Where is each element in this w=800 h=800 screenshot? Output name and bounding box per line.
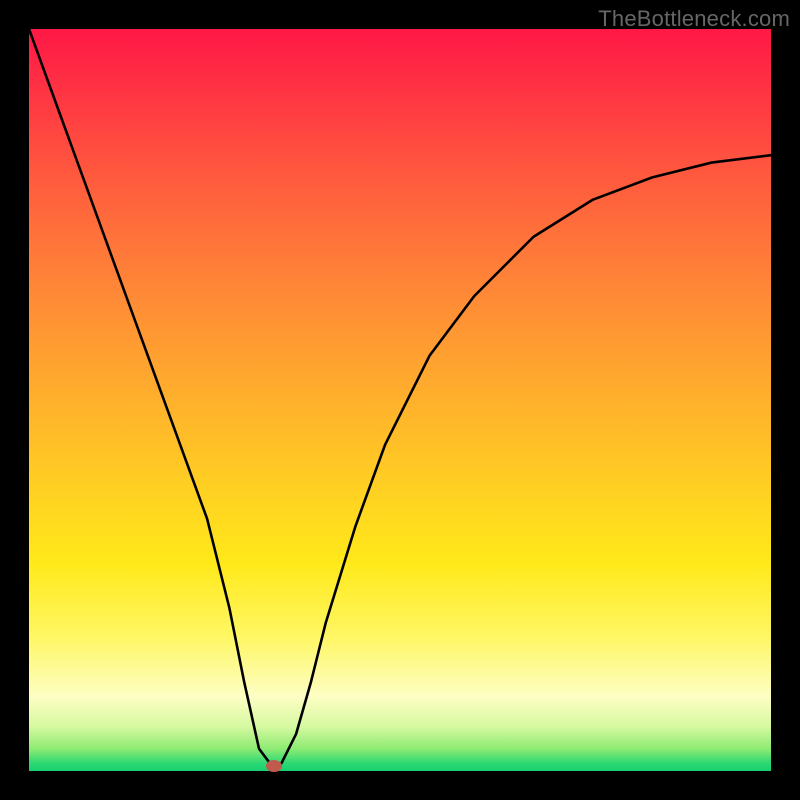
plot-area: [29, 29, 771, 771]
bottleneck-curve: [29, 29, 771, 764]
optimal-point-marker: [266, 760, 282, 772]
curve-svg: [29, 29, 771, 771]
chart-frame: TheBottleneck.com: [0, 0, 800, 800]
